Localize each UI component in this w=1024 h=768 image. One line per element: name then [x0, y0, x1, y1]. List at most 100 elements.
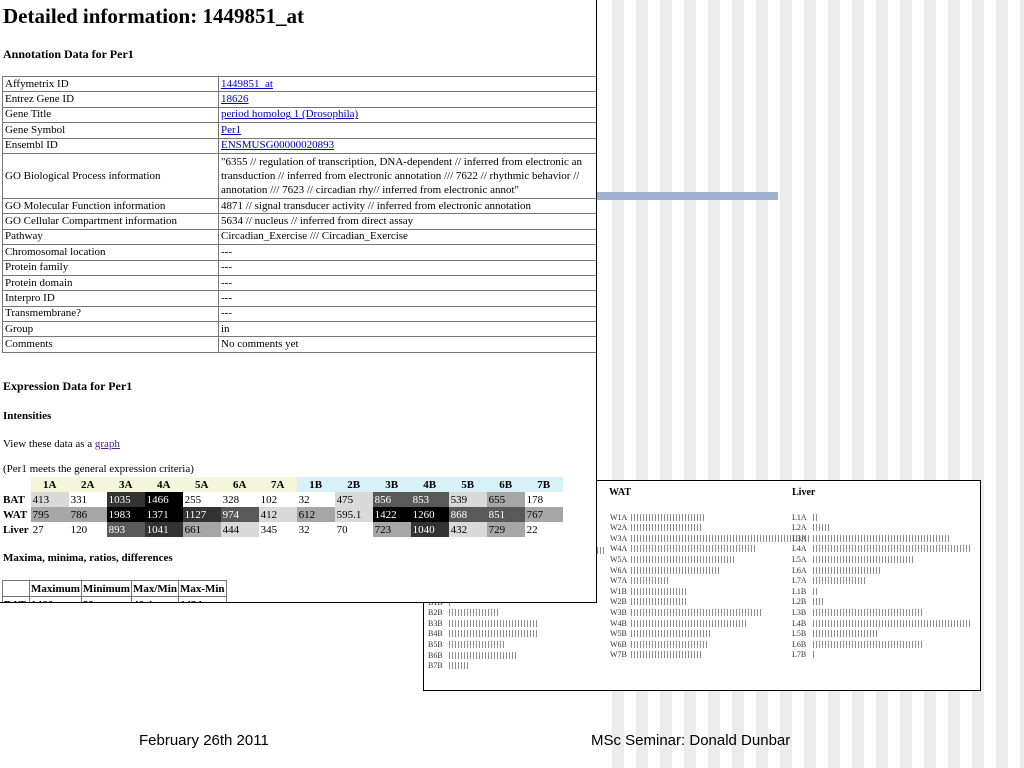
graph-bar-row: W6A: [610, 565, 721, 575]
expression-row-label: BAT: [3, 493, 25, 506]
graph-bar-label: W4B: [610, 618, 627, 628]
expression-row-label: Liver: [3, 523, 29, 536]
graph-bar: [631, 587, 688, 595]
graph-bar: [631, 566, 721, 574]
expression-column-header: 2B: [334, 477, 373, 492]
expression-cell: 444: [220, 522, 259, 537]
graph-link[interactable]: graph: [95, 438, 120, 450]
graph-bar-row: W4B: [610, 618, 747, 628]
graph-bar: [631, 534, 811, 542]
annotation-value: Per1: [218, 122, 596, 139]
expression-cell: 475: [334, 492, 373, 507]
annotation-heading: Annotation Data for Per1: [3, 47, 134, 61]
annotation-row: Group in: [2, 321, 596, 338]
expression-row: Liver 27 120 893 1041 661 444 345 32 70 723 1040 432…: [2, 522, 563, 537]
graph-bar-row: B6B: [428, 650, 518, 660]
expression-cell: 22: [524, 522, 563, 537]
graph-bar: [449, 619, 539, 627]
graph-bar-row: L4B: [792, 618, 972, 628]
maxmin-table: MaximumMinimumMax/MinMax-Min BAT14663246…: [2, 580, 227, 602]
graph-bar-row: W2A: [610, 523, 704, 533]
intensities-heading: Intensities: [3, 410, 52, 422]
graph-bar: [813, 524, 832, 532]
graph-bar-label: B3B: [428, 618, 443, 628]
expression-cell: 723: [372, 522, 411, 537]
annotation-row: GO Cellular Compartment information 5634 …: [2, 213, 596, 230]
graph-bar: [813, 555, 914, 563]
graph-bar: [813, 651, 817, 659]
expression-cell: 853: [410, 492, 449, 507]
annotation-key: Ensembl ID: [2, 137, 219, 154]
graph-bar-label: B2B: [428, 608, 443, 618]
annotation-value: ---: [218, 274, 596, 292]
view-graph-line: View these data as a graph: [3, 438, 120, 450]
annotation-link[interactable]: period homolog 1 (Drosophila): [221, 108, 358, 120]
annotation-key: Interpro ID: [2, 290, 219, 307]
annotation-link[interactable]: Per1: [221, 124, 241, 136]
expression-row: BAT 413 331 1035 1466 255 328 102 32 475 856 853 539…: [2, 492, 563, 507]
expression-column-header: 4B: [410, 477, 449, 492]
annotation-row: Protein family ---: [2, 259, 596, 276]
graph-bar-label: W5B: [610, 629, 627, 639]
view-graph-prefix: View these data as a: [3, 438, 93, 450]
graph-bar: [449, 609, 499, 617]
graph-bar-row: W5A: [610, 554, 735, 564]
graph-bar-label: L6A: [792, 565, 807, 575]
graph-bar-row: L2A: [792, 523, 832, 533]
graph-bar: [631, 619, 747, 627]
expression-column-header: 6A: [220, 477, 259, 492]
footer-date: February 26th 2011: [139, 732, 269, 749]
expression-cell: 851: [486, 507, 525, 522]
graph-bar-label: L3A: [792, 533, 807, 543]
annotation-value-line: annotation /// 7623 // circadian rhy// i…: [221, 183, 520, 196]
expression-cell: 1040: [410, 522, 449, 537]
annotation-row: Interpro ID ---: [2, 290, 596, 307]
annotation-value: Circadian_Exercise /// Circadian_Exercis…: [218, 228, 596, 246]
graph-bar: [631, 651, 702, 659]
expression-cell: 1127: [182, 507, 221, 522]
annotation-value: 1449851_at: [218, 75, 596, 93]
annotation-value: ---: [218, 305, 596, 323]
graph-bar: [631, 545, 758, 553]
graph-bar-row: B7B: [428, 661, 468, 671]
graph-bar-row: L5B: [792, 629, 879, 639]
annotation-row: Ensembl ID ENSMUSG00000020893: [2, 137, 596, 154]
annotation-value: 4871 // signal transducer activity // in…: [218, 197, 596, 215]
expression-column-header: 6B: [486, 477, 525, 492]
maxmin-column-header: Max/Min: [130, 580, 179, 597]
annotation-link[interactable]: 18626: [221, 93, 249, 105]
graph-bar-label: B5B: [428, 639, 443, 649]
graph-bar-row: L1B: [792, 586, 818, 596]
graph-bar-label: W2B: [610, 597, 627, 607]
annotation-link[interactable]: 1449851_at: [221, 78, 273, 90]
annotation-row: Gene Symbol Per1: [2, 122, 596, 139]
annotation-value: ---: [218, 290, 596, 307]
annotation-value: "6355 // regulation of transcription, DN…: [218, 152, 596, 199]
maxmin-column-header: Maximum: [29, 580, 82, 597]
graph-bar: [813, 545, 972, 553]
graph-bar-label: W5A: [610, 554, 628, 564]
graph-bar-row: W3B: [610, 607, 762, 617]
expression-cell: 856: [372, 492, 411, 507]
expression-cell: 255: [182, 492, 221, 507]
annotation-link[interactable]: ENSMUSG00000020893: [221, 139, 334, 151]
expression-cell: 786: [68, 507, 107, 522]
graph-bar: [631, 577, 669, 585]
annotation-key: GO Biological Process information: [2, 152, 219, 199]
expression-cell: 1422: [372, 507, 411, 522]
graph-bar-row: L4A: [792, 544, 972, 554]
annotation-value: ENSMUSG00000020893: [218, 137, 596, 154]
annotation-key: Gene Symbol: [2, 122, 219, 139]
annotation-value-line: "6355 // regulation of transcription, DN…: [221, 155, 582, 168]
annotation-key: Gene Title: [2, 106, 219, 124]
expression-cell: 1035: [106, 492, 145, 507]
graph-bar-label: W1B: [610, 586, 627, 596]
expression-row: WAT 795 786 1983 1371 1127 974 412 612 595.1 1422 1…: [2, 507, 563, 522]
graph-bar: [631, 630, 711, 638]
annotation-value-line: transduction // inferred from electronic…: [221, 169, 580, 182]
graph-bar-label: W6A: [610, 565, 628, 575]
maxmin-column-header: Minimum: [80, 580, 132, 597]
expression-cell: 1041: [144, 522, 183, 537]
graph-bar: [813, 608, 923, 616]
expression-cell: 1260: [410, 507, 449, 522]
